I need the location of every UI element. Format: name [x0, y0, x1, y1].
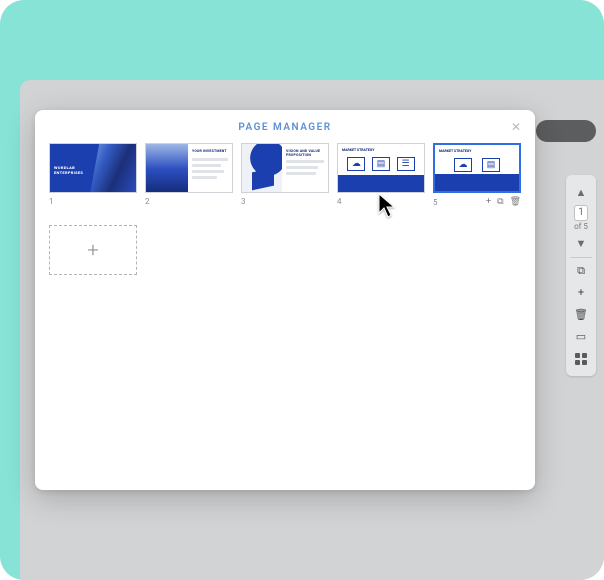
slide-number: 3	[241, 197, 329, 206]
prev-page-button[interactable]: ▲	[568, 181, 594, 203]
page-number-field[interactable]: 1	[574, 205, 588, 221]
page-manager-modal: PAGE MANAGER ✕ WORDLABENTERPRISES 1 YOUR…	[35, 110, 535, 490]
plus-icon: +	[87, 238, 98, 262]
close-icon: ✕	[511, 120, 521, 134]
slide-number: 2	[145, 197, 233, 206]
copy-icon: ⧉	[577, 264, 585, 278]
slide-thumbnail-2[interactable]: YOUR INVESTMENT	[145, 143, 233, 193]
slide-number: 4	[337, 197, 425, 206]
close-button[interactable]: ✕	[507, 118, 525, 136]
stage: ▲ 1 of 5 ▼ ⧉ + 🗑 ▭ PAGE MANAGER ✕ WORDLA…	[0, 0, 604, 580]
rail-separator	[570, 257, 592, 258]
chevron-up-icon: ▲	[576, 186, 587, 199]
slide-delete-button[interactable]: 🗑	[510, 197, 521, 207]
thumbnail-row: WORDLABENTERPRISES 1 YOUR INVESTMENT 2 V…	[49, 143, 521, 207]
slide-cell: YOUR INVESTMENT 2	[145, 143, 233, 207]
chevron-down-icon: ▼	[576, 237, 587, 250]
slide-add-button[interactable]: +	[486, 197, 491, 207]
slide-number: 1	[49, 197, 137, 206]
chat-icon: ▭	[576, 330, 586, 343]
slide-actions: + ⧉ 🗑	[486, 197, 521, 207]
slide-thumbnail-5[interactable]: MARKET STRATEGY ☁▤☰	[433, 143, 521, 193]
grid-icon	[575, 353, 587, 365]
trash-icon: 🗑	[574, 308, 588, 321]
slide-thumbnail-1[interactable]: WORDLABENTERPRISES	[49, 143, 137, 193]
add-page-tile[interactable]: +	[49, 225, 137, 275]
slide-number: 5 + ⧉ 🗑	[433, 197, 521, 207]
duplicate-page-button[interactable]: ⧉	[568, 260, 594, 282]
page-count-label: of 5	[574, 222, 588, 231]
plus-icon: +	[578, 286, 584, 299]
slide-thumbnail-4[interactable]: MARKET STRATEGY ☁▤☰	[337, 143, 425, 193]
header-pill	[536, 120, 596, 142]
page-side-rail: ▲ 1 of 5 ▼ ⧉ + 🗑 ▭	[566, 175, 596, 376]
modal-title: PAGE MANAGER	[49, 122, 521, 133]
slide-cell: MARKET STRATEGY ☁▤☰ 5 + ⧉ 🗑	[433, 143, 521, 207]
delete-page-button[interactable]: 🗑	[568, 304, 594, 326]
slide-duplicate-button[interactable]: ⧉	[497, 197, 503, 207]
slide-cell: VISION AND VALUE PROPOSITION 3	[241, 143, 329, 207]
slide-cell: MARKET STRATEGY ☁▤☰ 4	[337, 143, 425, 207]
notes-button[interactable]: ▭	[568, 326, 594, 348]
add-page-button[interactable]: +	[568, 282, 594, 304]
grid-view-button[interactable]	[568, 348, 594, 370]
slide-thumbnail-3[interactable]: VISION AND VALUE PROPOSITION	[241, 143, 329, 193]
next-page-button[interactable]: ▼	[568, 233, 594, 255]
slide-cell: WORDLABENTERPRISES 1	[49, 143, 137, 207]
